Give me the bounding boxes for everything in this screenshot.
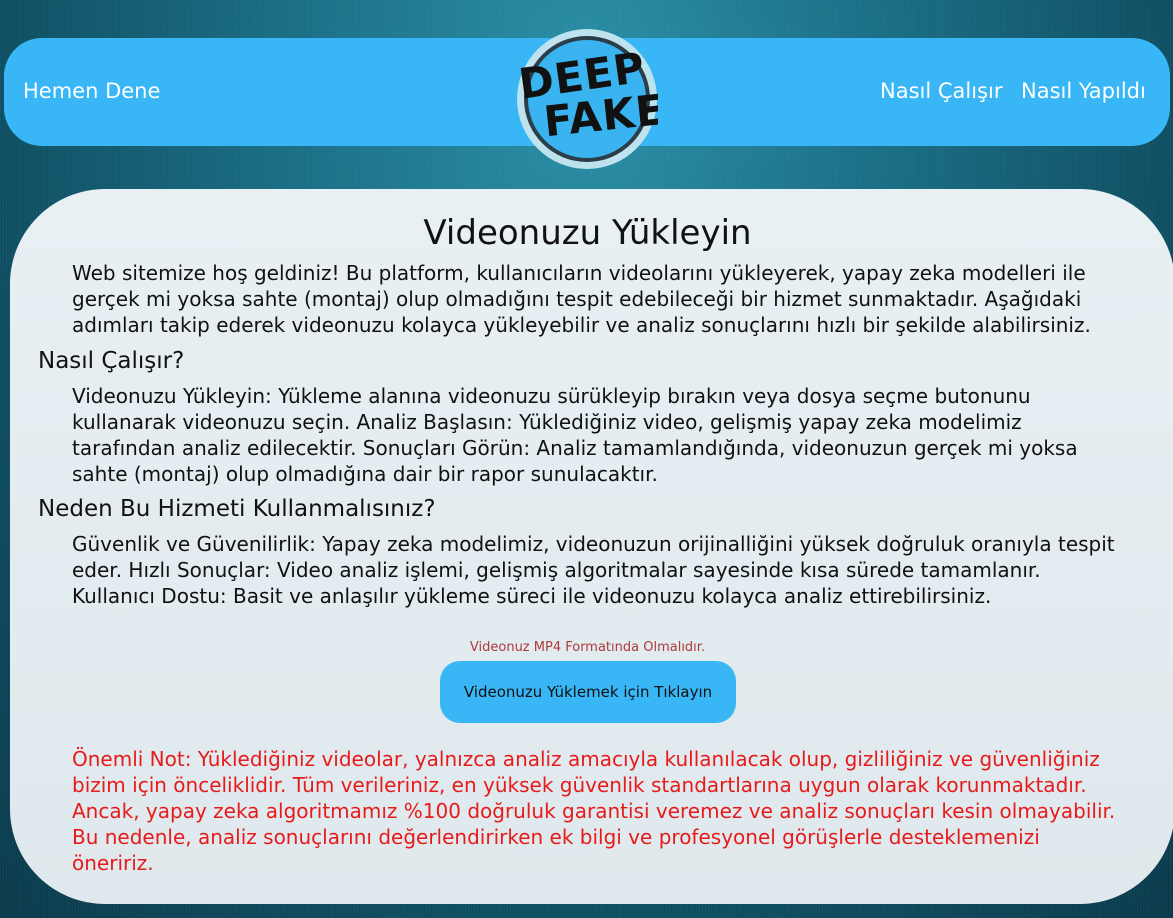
- why-use-paragraph: Güvenlik ve Güvenilirlik: Yapay zeka mod…: [72, 532, 1115, 608]
- try-now-link[interactable]: Hemen Dene: [23, 78, 160, 104]
- how-it-works-heading: Nasıl Çalışır?: [38, 348, 185, 374]
- deepfake-logo[interactable]: DEEP FAKE: [516, 28, 668, 170]
- intro-paragraph: Web sitemize hoş geldiniz! Bu platform, …: [72, 261, 1091, 337]
- content-card: Videonuzu Yükleyin Web sitemize hoş geld…: [10, 189, 1173, 904]
- how-it-works-paragraph: Videonuzu Yükleyin: Yükleme alanına vide…: [72, 384, 1078, 486]
- upload-video-button[interactable]: Videonuzu Yüklemek için Tıklayın: [440, 661, 736, 723]
- important-note: Önemli Not: Yüklediğiniz videolar, yalnı…: [72, 747, 1116, 875]
- format-note: Videonuz MP4 Formatında Olmalıdır.: [469, 640, 706, 655]
- how-it-was-made-link[interactable]: Nasıl Yapıldı: [1021, 78, 1146, 104]
- page-title: Videonuzu Yükleyin: [423, 213, 752, 253]
- why-use-heading: Neden Bu Hizmeti Kullanmalısınız?: [38, 496, 436, 522]
- how-it-works-link[interactable]: Nasıl Çalışır: [880, 78, 1002, 104]
